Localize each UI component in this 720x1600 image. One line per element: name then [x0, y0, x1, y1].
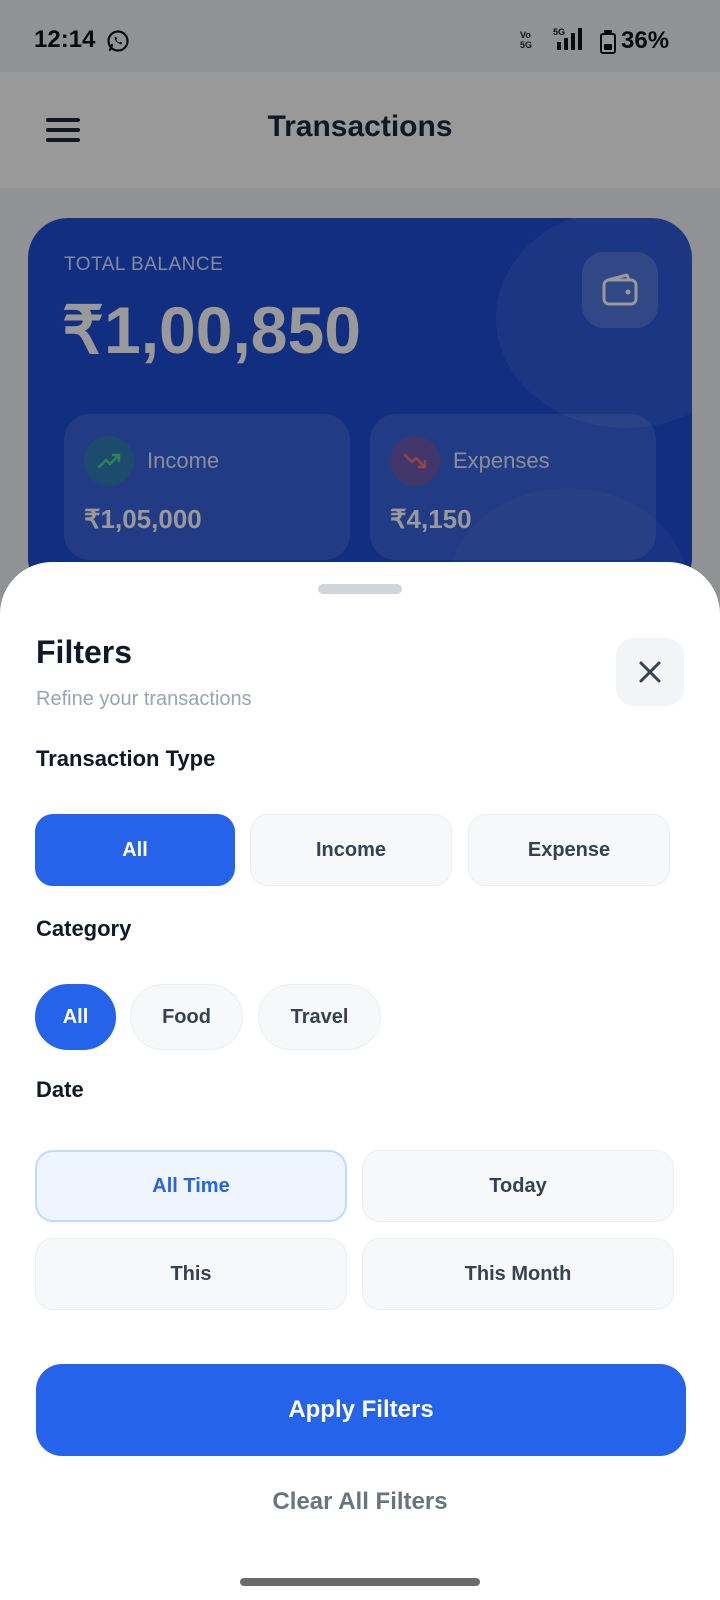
filters-bottom-sheet: Filters Refine your transactions Transac…	[0, 562, 720, 1600]
close-button[interactable]	[616, 638, 684, 706]
date-option-this-month[interactable]: This Month	[362, 1238, 674, 1310]
date-option-today[interactable]: Today	[362, 1150, 674, 1222]
category-option-all[interactable]: All	[35, 984, 116, 1050]
drag-handle[interactable]	[318, 584, 402, 594]
date-label: Date	[36, 1077, 84, 1102]
apply-filters-button[interactable]: Apply Filters	[36, 1364, 686, 1456]
category-option-food[interactable]: Food	[130, 984, 243, 1050]
close-icon	[639, 661, 661, 683]
filters-title: Filters	[36, 634, 133, 670]
filters-subtitle: Refine your transactions	[36, 688, 252, 710]
date-option-this[interactable]: This	[35, 1238, 347, 1310]
type-option-expense[interactable]: Expense	[468, 814, 670, 886]
category-label: Category	[36, 916, 132, 941]
transaction-type-label: Transaction Type	[36, 746, 216, 771]
category-option-travel[interactable]: Travel	[258, 984, 381, 1050]
clear-all-filters-button[interactable]: Clear All Filters	[0, 1488, 720, 1516]
home-indicator[interactable]	[240, 1578, 480, 1586]
date-option-all-time[interactable]: All Time	[35, 1150, 347, 1222]
type-option-all[interactable]: All	[35, 814, 235, 886]
type-option-income[interactable]: Income	[250, 814, 452, 886]
